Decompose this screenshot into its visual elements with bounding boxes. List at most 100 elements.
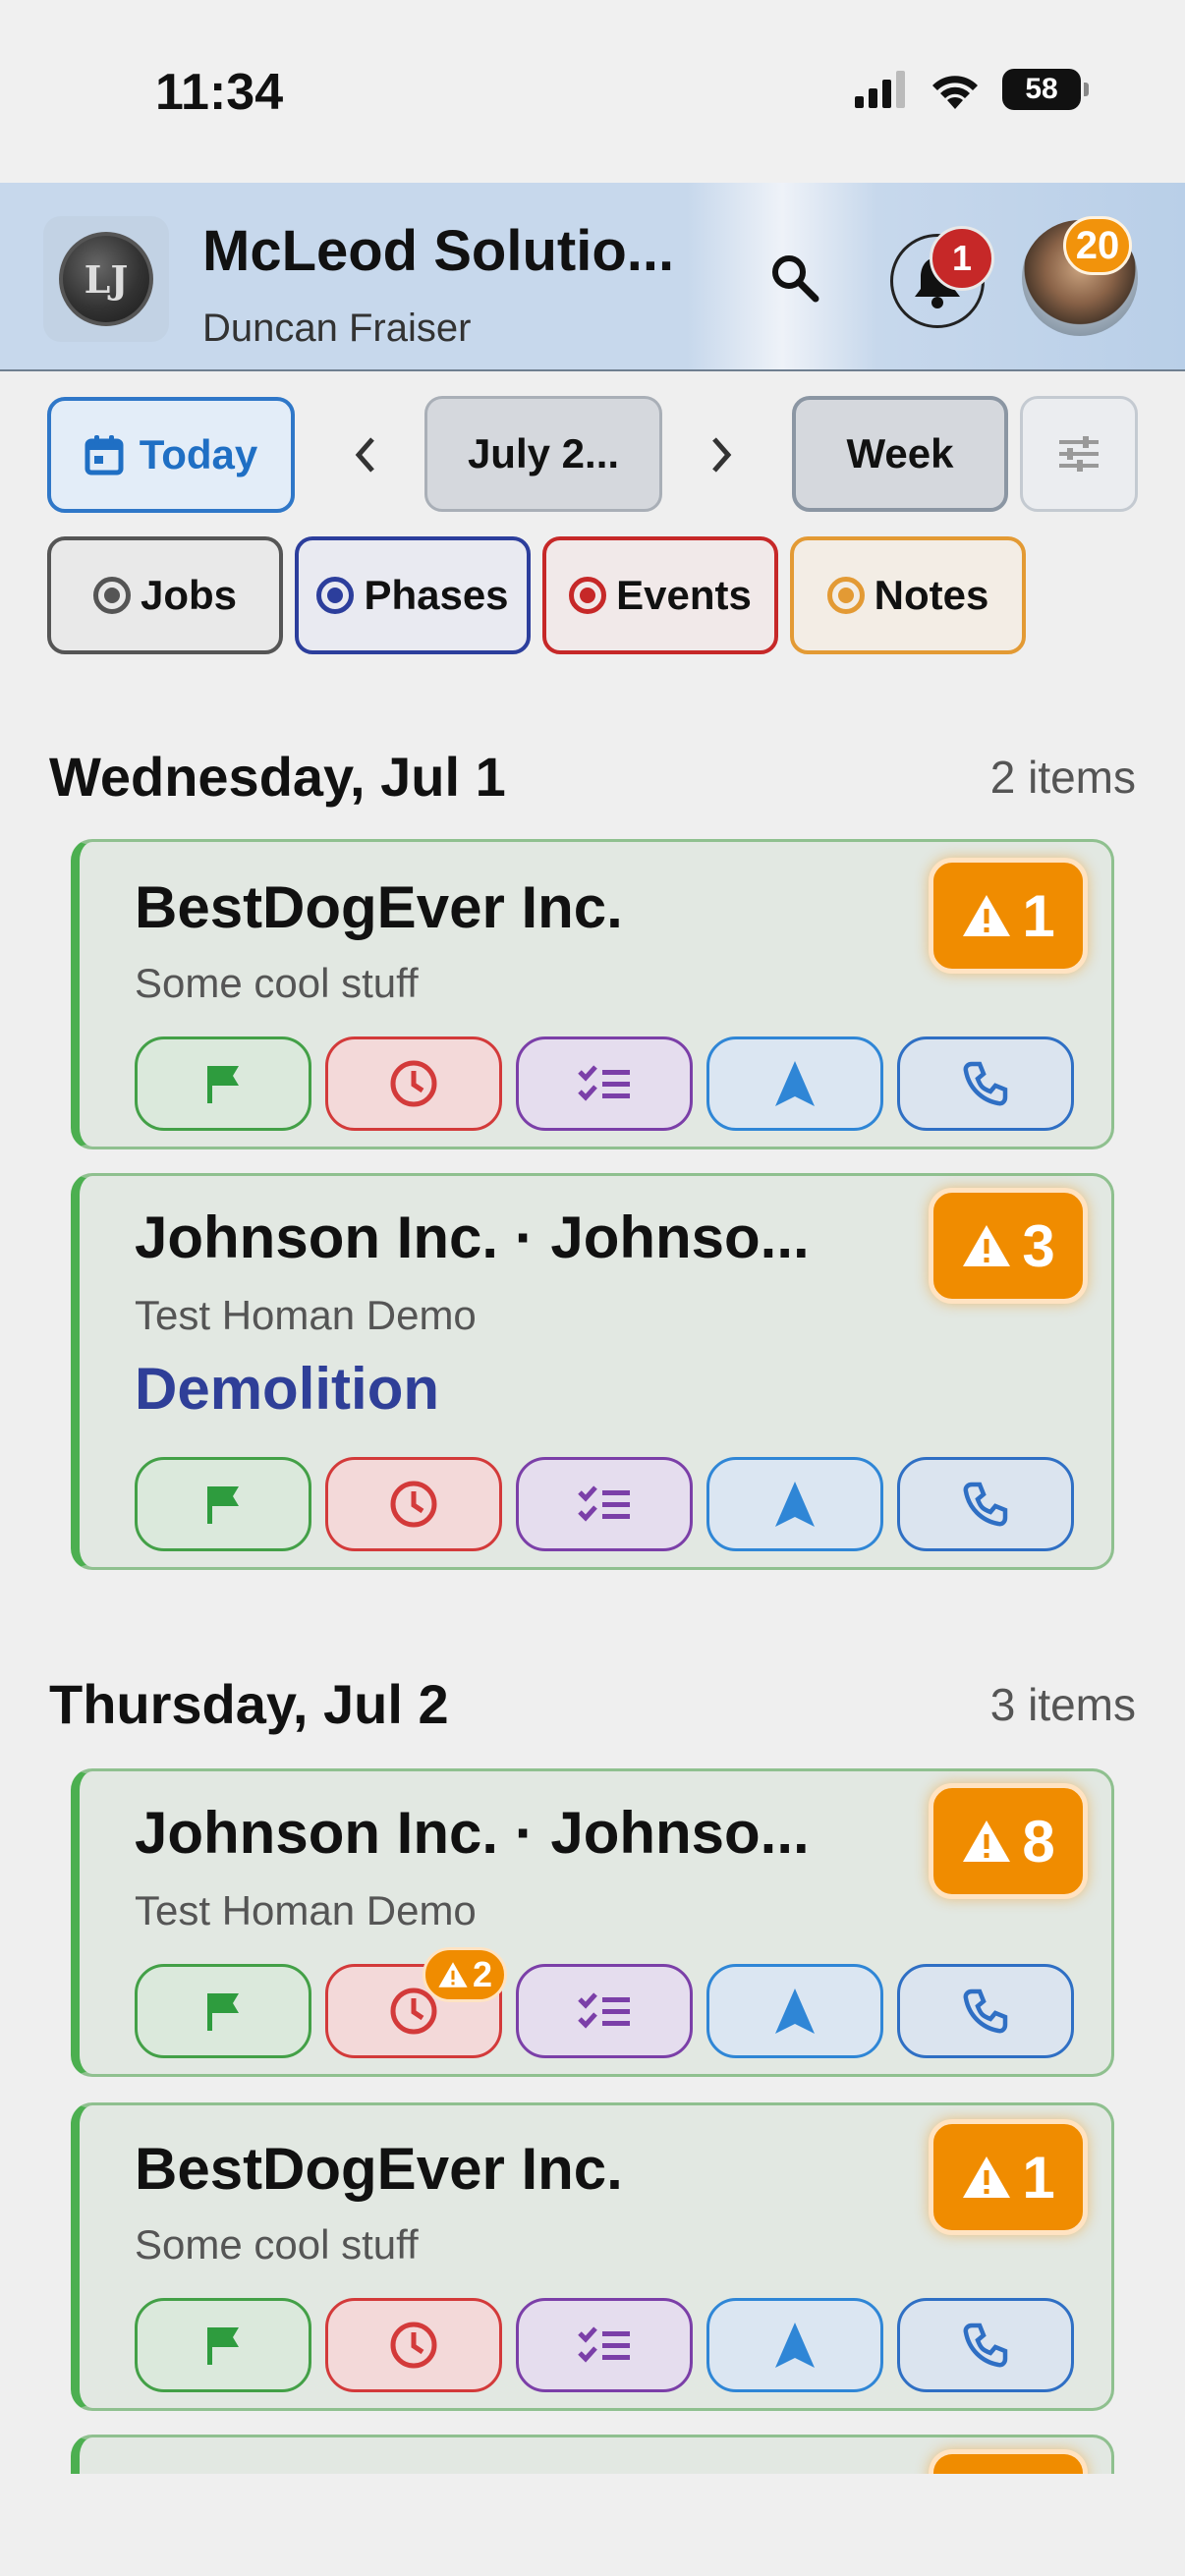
call-button[interactable] [897,1964,1074,2058]
warning-badge[interactable]: 1 [929,858,1088,974]
flag-icon [207,1066,239,1103]
filter-chip-phases[interactable]: Phases [295,536,531,654]
navigate-button[interactable] [706,1036,883,1131]
tasks-button[interactable] [516,1457,693,1551]
job-card[interactable]: Johnson Inc. · Johnso... Test Homan Demo… [71,1768,1114,2077]
radio-icon [826,577,865,614]
radio-icon [92,577,131,614]
flag-icon [207,1993,239,2031]
card-actions [135,1457,1074,1551]
filter-chip-events[interactable]: Events [542,536,778,654]
flag-icon [207,1486,239,1524]
card-title: Johnson Inc. · Johnso... [135,1800,810,1866]
flag-button[interactable] [135,1036,311,1131]
call-button[interactable] [897,1457,1074,1551]
status-icons: 58 [855,69,1089,110]
call-button[interactable] [897,1036,1074,1131]
app-header: LJ McLeod Solutio... Duncan Fraiser 1 20 [0,183,1185,371]
warning-badge[interactable]: 3 [929,1188,1088,1304]
navigation-icon [775,1061,815,1106]
call-button[interactable] [897,2298,1074,2392]
checklist-icon [578,1065,630,1101]
time-warning-badge: 2 [422,1947,507,2002]
card-phase: Demolition [135,1356,439,1422]
warning-count: 8 [1022,1808,1055,1875]
chip-label: Phases [364,572,509,618]
warning-badge[interactable]: 1 [929,2119,1088,2235]
flag-button[interactable] [135,2298,311,2392]
warning-badge[interactable]: 8 [929,1783,1088,1899]
warning-icon [963,1225,1011,1266]
filter-chip-jobs[interactable]: Jobs [47,536,283,654]
battery-icon: 58 [1002,69,1089,110]
time-button[interactable]: 2 [325,1947,507,2058]
search-icon[interactable] [766,250,823,307]
tasks-button[interactable] [516,2298,693,2392]
checklist-icon [578,2326,630,2363]
navigate-button[interactable] [706,1964,883,2058]
status-bar: 11:34 58 [0,0,1185,183]
flag-button[interactable] [135,1457,311,1551]
warning-count: 1 [1022,882,1055,949]
today-label: Today [139,431,258,477]
day-item-count: 3 items [989,1679,1136,1730]
card-subtitle: Test Homan Demo [135,1292,477,1338]
card-actions [135,2298,1074,2392]
user-name: Duncan Fraiser [202,307,472,350]
checklist-icon [578,1485,630,1522]
clock-icon [390,1481,437,1528]
warning-icon [963,2156,1011,2198]
navigation-icon [775,1988,815,2034]
flag-button[interactable] [135,1964,311,2058]
card-actions [135,1036,1074,1131]
card-title: BestDogEver Inc. [135,2136,623,2202]
card-subtitle: Some cool stuff [135,2221,419,2268]
battery-level: 58 [1025,73,1058,105]
job-card[interactable]: BestDogEver Inc. Some cool stuff 1 [71,839,1114,1149]
job-card[interactable]: Johnson Inc. · Johnso... Test Homan Demo… [71,1173,1114,1570]
radio-icon [569,577,607,614]
time-button[interactable] [325,1457,502,1551]
card-subtitle: Test Homan Demo [135,1887,477,1933]
phone-icon [963,1061,1008,1106]
filter-chip-notes[interactable]: Notes [790,536,1026,654]
chip-label: Events [616,572,752,618]
bottom-area [0,2474,1185,2576]
filter-sliders-icon [1059,436,1099,472]
navigation-icon [775,2323,815,2368]
time-button[interactable] [325,2298,502,2392]
phone-icon [963,1482,1008,1527]
warning-icon [438,1962,468,1988]
chip-label: Jobs [140,572,238,618]
signal-icon [855,71,905,108]
day-heading: Wednesday, Jul 1 [49,746,506,808]
job-card[interactable]: BestDogEver Inc. Some cool stuff 1 [71,2102,1114,2411]
previous-period-button[interactable] [336,422,395,487]
time-warning-count: 2 [472,1954,492,1994]
warning-count: 3 [1022,1212,1055,1279]
wifi-icon [932,76,978,109]
tasks-button[interactable] [516,1036,693,1131]
chevron-left-icon [355,437,374,473]
card-title: Johnson Inc. · Johnso... [135,1204,810,1270]
month-label: July 2... [467,430,620,476]
month-selector[interactable]: July 2... [424,396,662,512]
company-logo[interactable]: LJ [43,216,169,342]
next-period-button[interactable] [692,422,751,487]
navigate-button[interactable] [706,2298,883,2392]
navigate-button[interactable] [706,1457,883,1551]
today-button[interactable]: Today [47,397,295,513]
clock-icon [390,1060,437,1107]
status-time: 11:34 [155,64,284,121]
flag-icon [207,2327,239,2365]
phone-icon [963,2323,1008,2368]
time-button[interactable] [325,1036,502,1131]
view-mode-button[interactable]: Week [792,396,1008,512]
logo-emblem: LJ [59,232,153,326]
tasks-button[interactable] [516,1964,693,2058]
company-name[interactable]: McLeod Solutio... [202,218,674,284]
warning-icon [963,895,1011,936]
notification-count-badge: 1 [930,226,994,291]
filter-settings-button[interactable] [1020,396,1138,512]
card-actions: 2 [135,1947,1074,2058]
